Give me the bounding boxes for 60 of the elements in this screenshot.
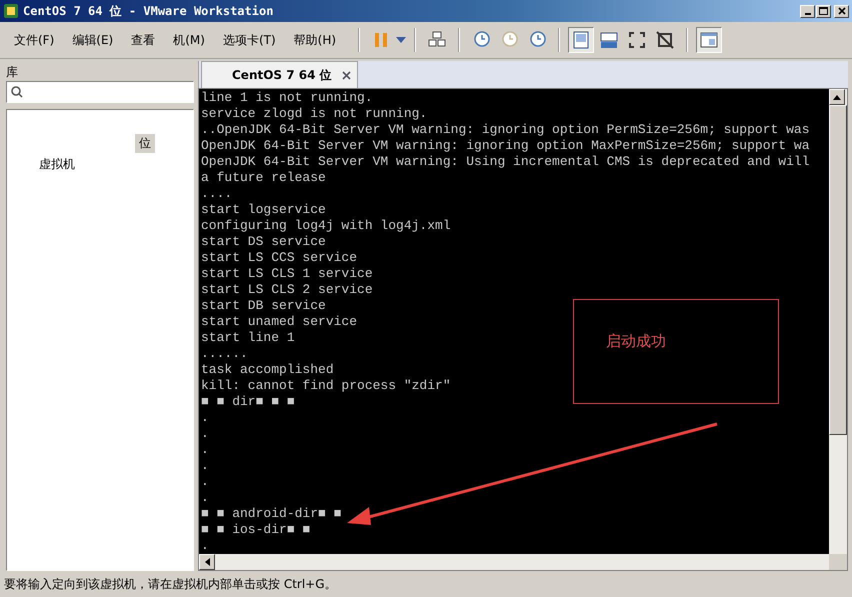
vertical-scrollbar[interactable] (829, 89, 847, 554)
console-line: . (201, 538, 209, 554)
console-line: ■ ■ dir■ ■ ■ (201, 394, 295, 410)
app-icon (3, 3, 19, 19)
search-field[interactable] (6, 81, 194, 103)
left-arrow-icon (204, 558, 210, 566)
console-line: configuring log4j with log4j.xml (201, 218, 451, 234)
console-line: start DS service (201, 234, 326, 250)
console-line: ■ ■ android-dir■ ■ (201, 506, 342, 522)
up-arrow-icon (833, 94, 841, 100)
console-line: service zlogd is not running. (201, 106, 428, 122)
maximize-button[interactable] (816, 4, 831, 18)
console-line: line 1 is not running. (201, 90, 373, 106)
window-title: CentOS 7 64 位 - VMware Workstation (23, 2, 274, 20)
console-line: . (201, 410, 209, 426)
menu-item[interactable]: 选项卡(T) (214, 28, 284, 52)
console-line: OpenJDK 64-Bit Server VM warning: Using incremental CMS is deprecated and will (201, 154, 810, 170)
menu-item[interactable]: 编辑(E) (64, 28, 122, 52)
console-line: start line 1 (201, 330, 295, 346)
view-button[interactable] (568, 27, 594, 53)
console-line: kill: cannot find process "zdir" (201, 378, 451, 394)
annotation-text: 启动成功 (606, 332, 666, 351)
tree-item[interactable]: 位 (135, 134, 155, 153)
tab[interactable]: CentOS 7 64 位 (201, 61, 358, 88)
console-line: start unamed service (201, 314, 358, 330)
console-line: . (201, 426, 209, 442)
tree-item[interactable]: 虚拟机 (35, 155, 79, 174)
search-icon (11, 86, 23, 98)
console-screen[interactable] (199, 89, 829, 554)
console-line: ..OpenJDK 64-Bit Server VM warning: ignoring option PermSize=256m; support was (201, 122, 810, 138)
pause-icon (373, 31, 390, 49)
caret-icon[interactable] (396, 37, 406, 43)
console-line: start logservice (201, 202, 326, 218)
close-icon (838, 7, 846, 15)
console-line: a future release (201, 170, 326, 186)
menu-item[interactable]: 帮助(H) (286, 28, 344, 52)
close-button[interactable] (834, 4, 849, 18)
menu-item[interactable]: 机(M) (165, 28, 213, 52)
maximize-icon (819, 7, 828, 15)
console-line: task accomplished (201, 362, 334, 378)
console-line: start LS CLS 2 service (201, 282, 373, 298)
menu-item[interactable]: 查看 (123, 28, 164, 52)
library-title: 库 (6, 64, 19, 81)
console-line: start LS CLS 1 service (201, 266, 373, 282)
menu-item[interactable]: 文件(F) (6, 28, 62, 52)
console-line: .... (201, 186, 232, 202)
console-line: . (201, 458, 209, 474)
console-line: start LS CCS service (201, 250, 358, 266)
minimize-button[interactable] (800, 4, 815, 18)
status-text: 要将输入定向到该虚拟机，请在虚拟机内部单击或按 Ctrl+G。 (4, 576, 337, 592)
console-line: . (201, 474, 209, 490)
console-line: start DB service (201, 298, 326, 314)
thumbnail-view-button[interactable] (696, 27, 722, 53)
console-line: . (201, 442, 209, 458)
close-icon[interactable] (342, 70, 351, 80)
horizontal-scrollbar[interactable] (199, 554, 829, 570)
console-line: . (201, 490, 209, 506)
console-line: ...... (201, 346, 248, 362)
console-line: OpenJDK 64-Bit Server VM warning: ignoring option MaxPermSize=256m; support wa (201, 138, 810, 154)
console-line: ■ ■ ios-dir■ ■ (201, 522, 310, 538)
